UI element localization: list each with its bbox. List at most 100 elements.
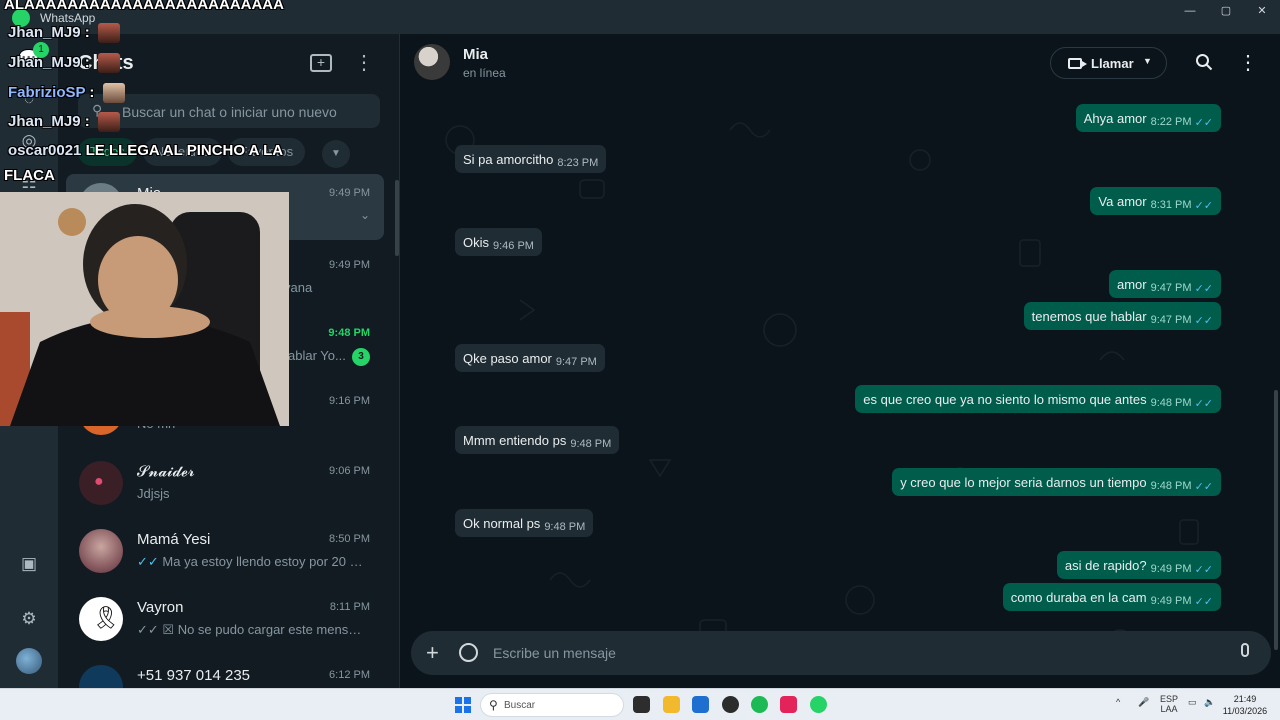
outgoing-message[interactable]: Va amor 8:31 PM ✓✓	[1090, 187, 1221, 215]
message-time: 8:31 PM	[1150, 199, 1192, 211]
message-time: 9:46 PM	[493, 240, 534, 252]
network-icon[interactable]: ▭	[1188, 697, 1197, 708]
outgoing-message[interactable]: asi de rapido? 9:49 PM ✓✓	[1056, 551, 1221, 579]
filter-chip-unread[interactable]: No leídos	[142, 138, 222, 166]
tiktok-icon[interactable]	[780, 696, 797, 713]
incoming-message[interactable]: Mmm entiendo ps 9:48 PM	[455, 426, 620, 454]
message-text: tenemos que hablar	[1031, 308, 1147, 324]
outgoing-message[interactable]: amor 9:47 PM ✓✓	[1108, 270, 1221, 298]
maximize-button[interactable]: ▢	[1208, 0, 1244, 22]
media-icon[interactable]: ▣	[18, 553, 40, 575]
read-ticks-icon: ✓✓	[1194, 199, 1213, 212]
contact-name[interactable]: Mia	[463, 46, 488, 63]
chat-preview: ✓✓ ☒ No se pudo cargar este mensaje...	[137, 622, 367, 638]
settings-icon[interactable]: ⚙	[18, 608, 40, 630]
taskbar-clock[interactable]: 21:49 11/03/2026	[1220, 693, 1270, 717]
spotify-icon[interactable]	[751, 696, 768, 713]
person-icon: ●	[94, 473, 104, 490]
contact-avatar[interactable]	[414, 44, 450, 80]
message-text: Okis	[463, 234, 489, 250]
filter-more-icon[interactable]: ▼	[322, 140, 350, 168]
outgoing-message[interactable]: como duraba en la cam 9:49 PM ✓✓	[1002, 583, 1221, 611]
incoming-message[interactable]: Ok normal ps 9:48 PM	[455, 509, 594, 537]
taskbar-search[interactable]: ⚲ Buscar	[480, 693, 624, 717]
read-ticks-icon: ✓✓	[137, 554, 159, 569]
search-input[interactable]: Buscar un chat o iniciar uno nuevo	[122, 104, 337, 120]
microphone-icon[interactable]: 🎤	[1138, 697, 1149, 708]
video-camera-icon	[1068, 58, 1087, 69]
outgoing-message[interactable]: tenemos que hablar 9:47 PM ✓✓	[1023, 302, 1221, 330]
new-chat-icon[interactable]: +	[310, 54, 332, 72]
message-text: Ok normal ps	[463, 515, 541, 531]
webcam-feed	[0, 192, 289, 426]
chat-preview: ablar Yo...	[288, 348, 346, 363]
filter-chip-all[interactable]: Todos	[78, 138, 137, 166]
message-time: 9:48 PM	[1150, 397, 1192, 409]
tray-chevron-up-icon[interactable]: ^	[1116, 697, 1120, 707]
chat-menu-icon[interactable]: ⋮	[1238, 50, 1258, 75]
outgoing-message[interactable]: es que creo que ya no siento lo mismo qu…	[855, 385, 1221, 413]
chevron-down-icon[interactable]: ⌄	[360, 208, 370, 222]
preview-text: No se pudo cargar este mensaje...	[177, 622, 367, 637]
message-text: Ahya amor	[1083, 110, 1147, 126]
read-ticks-icon: ✓✓	[1194, 595, 1213, 608]
chat-time: 9:49 PM	[329, 259, 370, 271]
message-time: 8:23 PM	[557, 157, 599, 169]
sidebar-title: Chats	[78, 52, 134, 74]
whatsapp-taskbar-icon[interactable]	[810, 696, 827, 713]
chat-scrollbar[interactable]	[1274, 390, 1278, 650]
chat-item-vayron[interactable]: 🎗 Vayron 8:11 PM ✓✓ ☒ No se pudo cargar …	[66, 588, 384, 654]
sidebar-scrollbar[interactable]	[395, 180, 399, 256]
file-explorer-icon[interactable]	[663, 696, 680, 713]
read-ticks-icon: ✓✓	[1194, 116, 1213, 129]
microphone-icon[interactable]	[1241, 643, 1249, 657]
message-text: es que creo que ya no siento lo mismo qu…	[863, 391, 1147, 407]
language-indicator[interactable]: ESP LAA	[1160, 694, 1178, 714]
incoming-message[interactable]: Si pa amorcitho 8:23 PM	[455, 145, 607, 173]
message-input[interactable]: Escribe un mensaje	[493, 645, 616, 661]
chat-item-snaider[interactable]: ● 𝓢𝓷𝓪𝓲𝓭𝓮𝓻 9:06 PM Jdjsjs	[66, 452, 384, 518]
store-icon[interactable]	[692, 696, 709, 713]
clock-time: 21:49	[1233, 694, 1257, 704]
channels-icon[interactable]: ◎	[18, 130, 40, 152]
message-text: asi de rapido?	[1064, 557, 1147, 573]
read-ticks-icon: ✓✓	[1194, 480, 1213, 493]
whatsapp-window: WhatsApp — ▢ ✕ 💬 1 ◌ ◎ ☷ ▣ ⚙ Chats + ⋮ ⚲…	[0, 0, 1280, 720]
obs-icon[interactable]	[722, 696, 739, 713]
message-time: 8:22 PM	[1150, 116, 1192, 128]
filter-chip-favorites[interactable]: Favoritos	[227, 138, 306, 166]
chat-item-mama-yesi[interactable]: Mamá Yesi 8:50 PM ✓✓ Ma ya estoy llendo …	[66, 520, 384, 586]
windows-start-icon[interactable]	[455, 697, 471, 713]
search-icon: ⚲	[489, 698, 498, 712]
call-button[interactable]: Llamar ▼	[1050, 47, 1167, 79]
search-icon[interactable]	[1195, 53, 1213, 71]
message-time: 9:48 PM	[570, 438, 612, 450]
chat-header: Mia en línea Llamar ▼ ⋮	[400, 34, 1280, 92]
read-ticks-icon: ✓✓	[1194, 397, 1213, 410]
unread-count-badge: 3	[352, 348, 370, 366]
volume-icon[interactable]: 🔈	[1204, 697, 1215, 708]
message-text: Va amor	[1098, 193, 1147, 209]
message-text: y creo que lo mejor seria darnos un tiem…	[900, 474, 1147, 490]
task-view-icon[interactable]	[633, 696, 650, 713]
message-time: 9:47 PM	[555, 356, 597, 368]
attach-plus-icon[interactable]: +	[426, 640, 439, 666]
status-icon[interactable]: ◌	[18, 88, 40, 110]
minimize-button[interactable]: —	[1172, 0, 1208, 22]
sticker-icon[interactable]	[459, 643, 478, 662]
sidebar-menu-icon[interactable]: ⋮	[354, 50, 374, 75]
search-icon: ⚲	[92, 102, 103, 118]
message-time: 9:49 PM	[1150, 595, 1192, 607]
avatar: 🎗	[79, 597, 123, 641]
outgoing-message[interactable]: y creo que lo mejor seria darnos un tiem…	[892, 468, 1221, 496]
chevron-down-icon: ▼	[1143, 56, 1152, 66]
communities-icon[interactable]: ☷	[18, 172, 40, 194]
chat-time: 9:49 PM	[329, 187, 370, 199]
incoming-message[interactable]: Okis 9:46 PM	[455, 228, 542, 256]
outgoing-message[interactable]: Ahya amor 8:22 PM ✓✓	[1075, 104, 1221, 132]
profile-avatar[interactable]	[16, 648, 42, 674]
message-text: Si pa amorcitho	[463, 151, 554, 167]
incoming-message[interactable]: Qke paso amor 9:47 PM	[455, 344, 605, 372]
close-button[interactable]: ✕	[1244, 0, 1280, 22]
chat-search-box[interactable]: ⚲ Buscar un chat o iniciar uno nuevo	[78, 94, 380, 128]
